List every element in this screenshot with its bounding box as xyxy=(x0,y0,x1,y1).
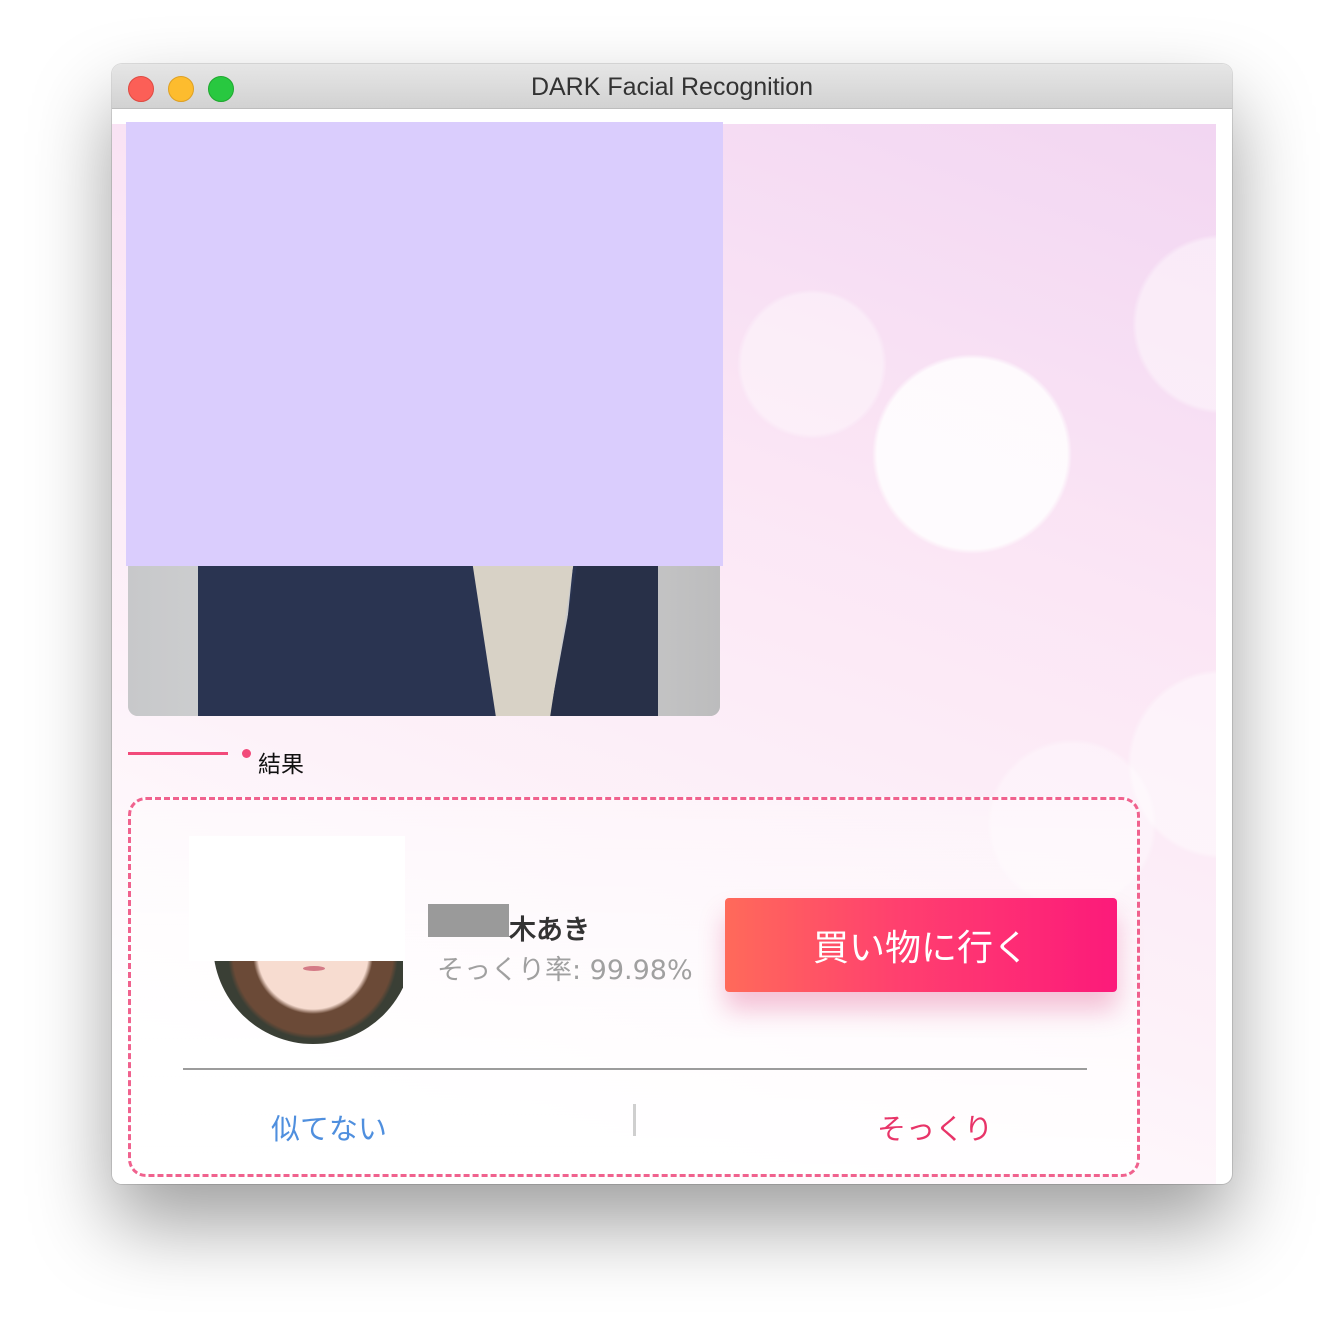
face-redaction-mask xyxy=(126,122,723,566)
name-redaction-mask xyxy=(428,904,509,937)
avatar-redaction-mask xyxy=(189,836,405,961)
main-content: 結果 木あき そっくり率: 99.98% 買い物に行く 似てない そっくり xyxy=(112,109,1232,1184)
card-divider xyxy=(183,1068,1087,1070)
feedback-separator xyxy=(633,1104,636,1136)
app-window: DARK Facial Recognition 結果 木あき そっくり率: 99… xyxy=(112,64,1232,1184)
window-title: DARK Facial Recognition xyxy=(530,73,814,101)
match-name-text: 木あき xyxy=(509,915,590,946)
section-divider-line xyxy=(128,752,228,755)
not-similar-button[interactable]: 似てない xyxy=(271,1106,387,1148)
similarity-score: そっくり率: 99.98% xyxy=(437,955,693,986)
go-shopping-button[interactable]: 買い物に行く xyxy=(725,898,1117,992)
title-bar[interactable]: DARK Facial Recognition xyxy=(112,64,1232,109)
section-title: 結果 xyxy=(258,752,304,778)
very-similar-button[interactable]: そっくり xyxy=(877,1106,993,1148)
avatar-mouth xyxy=(303,966,325,971)
result-card: 木あき そっくり率: 99.98% 買い物に行く 似てない そっくり xyxy=(128,797,1140,1177)
section-dot-icon xyxy=(242,749,251,758)
